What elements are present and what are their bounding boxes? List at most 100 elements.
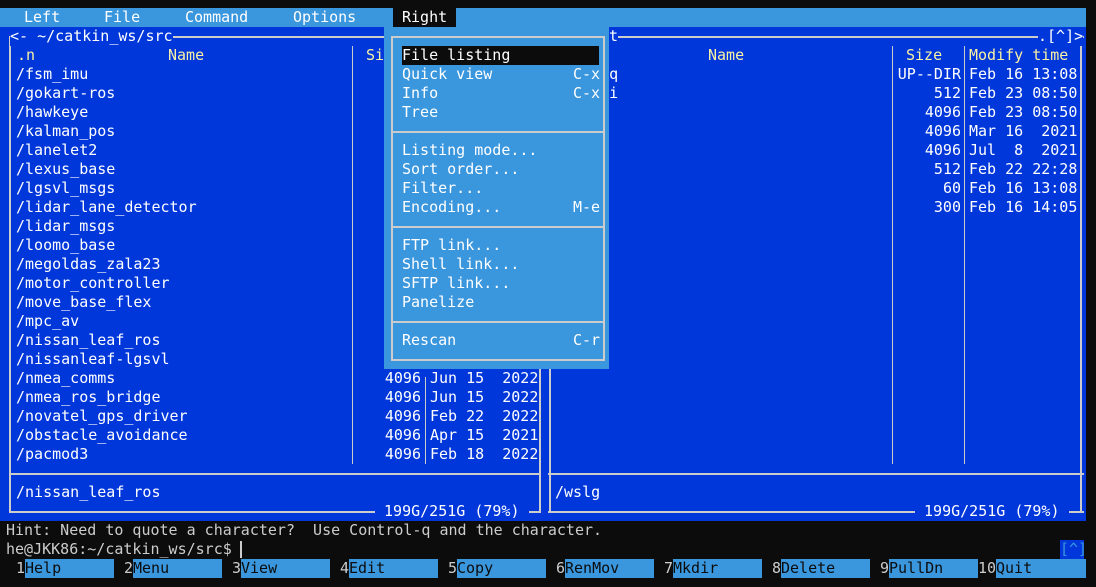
function-key-quit[interactable]: 10 Quit — [978, 559, 1086, 578]
file-modify-time: Feb 16 13:08 — [969, 65, 1078, 83]
table-row[interactable]: 4096 Feb 23 08:50 — [551, 103, 1079, 122]
function-key-number: 8 — [772, 559, 782, 577]
function-key-label: Quit — [996, 559, 1086, 578]
file-modify-time: Mar 16 2021 — [969, 122, 1078, 140]
shell-prompt[interactable]: he@JKK86:~/catkin_ws/src$ — [6, 540, 232, 559]
file-size: 4096 — [384, 388, 421, 406]
menu-item-label: Panelize — [402, 293, 475, 311]
file-name: /megoldas_zala23 — [16, 255, 161, 273]
file-name: /loomo_base — [16, 236, 116, 254]
menu-bar: Left File Command Options Right — [0, 8, 1086, 27]
file-size: 4096 — [384, 407, 421, 425]
file-size: 4096 — [384, 369, 421, 387]
dropdown-sep-2 — [391, 226, 603, 228]
table-row[interactable]: 4096 Jul 8 2021 — [551, 141, 1079, 160]
menu-item-label: Filter... — [402, 179, 484, 197]
table-row[interactable]: /nmea_ros_bridge 4096 Jun 15 2022 — [11, 388, 538, 407]
file-name: /fsm_imu — [16, 65, 89, 83]
menu-command[interactable]: Command — [175, 8, 257, 27]
right-frame-right — [1080, 36, 1082, 513]
function-key-renmov[interactable]: 6 RenMov — [556, 559, 654, 578]
table-row[interactable]: 300 Feb 16 14:05 — [551, 198, 1079, 217]
file-name: /mpc_av — [16, 312, 80, 330]
right-disk-usage: 199G/251G (79%) — [915, 502, 1069, 520]
file-modify-time: Feb 16 13:08 — [969, 179, 1078, 197]
menu-options[interactable]: Options — [283, 8, 367, 27]
file-modify-time: Feb 22 22:28 — [969, 160, 1078, 178]
left-col-size[interactable]: Si — [366, 46, 384, 65]
menu-item-label: Rescan — [402, 331, 457, 349]
menu-command-label: Command — [185, 8, 249, 26]
menu-left[interactable]: Left — [14, 8, 72, 27]
file-modify-time: Feb 18 2022 — [430, 445, 539, 463]
function-key-delete[interactable]: 8 Delete — [772, 559, 870, 578]
table-row[interactable]: /pacmod3 4096 Feb 18 2022 — [11, 445, 539, 464]
table-row[interactable]: 512 Feb 23 08:50 — [551, 84, 1079, 103]
table-row[interactable]: /novatel_gps_driver 4096 Feb 22 2022 — [11, 407, 539, 426]
function-key-mkdir[interactable]: 7 Mkdir — [664, 559, 762, 578]
menu-item[interactable]: Rescan C-r — [402, 331, 600, 350]
file-modify-time: Jun 15 2022 — [430, 369, 539, 387]
file-modify-time: Feb 22 2022 — [430, 407, 539, 425]
right-frame-top — [548, 36, 1084, 38]
function-key-view[interactable]: 3 View — [232, 559, 330, 578]
left-status-path: /nissan_leaf_ros — [16, 483, 161, 501]
menu-item[interactable]: SFTP link... — [402, 274, 599, 293]
right-col-size[interactable]: Size — [906, 46, 942, 65]
menu-item[interactable]: Tree — [402, 103, 599, 122]
text-cursor — [240, 541, 242, 558]
file-name: /pacmod3 — [16, 445, 89, 463]
left-col-name[interactable]: Name — [168, 46, 204, 65]
function-key-help[interactable]: 1 Help — [16, 559, 114, 578]
function-key-label: View — [241, 559, 330, 578]
menu-item[interactable]: Shell link... — [402, 255, 599, 274]
table-row[interactable]: 4096 Mar 16 2021 — [551, 122, 1079, 141]
file-name: /lgsvl_msgs — [16, 179, 116, 197]
right-history-tag[interactable]: .[^]> — [1038, 27, 1084, 46]
menu-item[interactable]: Info C-x i — [402, 84, 618, 103]
menu-item[interactable]: Filter... — [402, 179, 599, 198]
right-col-time[interactable]: Modify time — [969, 46, 1068, 65]
menu-item[interactable]: Panelize — [402, 293, 599, 312]
menu-item-shortcut: C-x q — [573, 65, 619, 83]
function-key-pulldn[interactable]: 9 PullDn — [880, 559, 978, 578]
right-status-path: /wslg — [555, 483, 601, 501]
menu-item[interactable]: Quick view C-x q — [402, 65, 618, 84]
menu-options-label: Options — [293, 8, 357, 26]
function-key-number: 4 — [340, 559, 350, 577]
function-key-number: 7 — [664, 559, 674, 577]
menu-item-label: Info — [402, 84, 439, 102]
menu-item[interactable]: Listing mode... — [402, 141, 599, 160]
table-row[interactable]: /nmea_comms 4096 Jun 15 2022 — [11, 369, 539, 388]
file-size: 512 — [933, 160, 961, 178]
menu-item[interactable]: Encoding... M-e — [402, 198, 600, 217]
menu-item[interactable]: FTP link... — [402, 236, 599, 255]
function-key-edit[interactable]: 4 Edit — [340, 559, 438, 578]
command-history-button[interactable]: [^] — [1060, 540, 1087, 559]
menu-right[interactable]: Right — [393, 8, 456, 27]
table-row[interactable]: 512 Feb 22 22:28 — [551, 160, 1079, 179]
file-modify-time: Feb 23 08:50 — [969, 84, 1078, 102]
file-size: UP--DIR — [897, 65, 961, 83]
function-key-copy[interactable]: 5 Copy — [448, 559, 546, 578]
right-panel[interactable]: t .[^]> Name Size Modify time UP--DIR Feb… — [548, 27, 1086, 521]
function-key-label: RenMov — [565, 559, 654, 578]
menu-item-label: SFTP link... — [402, 274, 511, 292]
menu-item[interactable]: File listing — [402, 46, 599, 65]
left-path[interactable]: <- ~/catkin_ws/src — [10, 27, 173, 46]
table-row[interactable]: UP--DIR Feb 16 13:08 — [551, 65, 1079, 84]
menu-item-shortcut: C-x i — [573, 84, 619, 102]
left-col-sort[interactable]: .n — [17, 46, 35, 65]
right-col-name[interactable]: Name — [708, 46, 744, 65]
function-key-label: Delete — [781, 559, 870, 578]
right-path[interactable]: t — [609, 27, 619, 46]
file-modify-time: Jul 8 2021 — [969, 141, 1078, 159]
menu-item-label: FTP link... — [402, 236, 502, 254]
menu-item[interactable]: Sort order... — [402, 160, 599, 179]
file-size: 4096 — [384, 445, 421, 463]
left-disk-usage: 199G/251G (79%) — [375, 502, 529, 520]
table-row[interactable]: 60 Feb 16 13:08 — [551, 179, 1079, 198]
table-row[interactable]: /obstacle_avoidance 4096 Apr 15 2021 — [11, 426, 538, 445]
menu-file[interactable]: File — [94, 8, 150, 27]
function-key-menu[interactable]: 2 Menu — [124, 559, 222, 578]
